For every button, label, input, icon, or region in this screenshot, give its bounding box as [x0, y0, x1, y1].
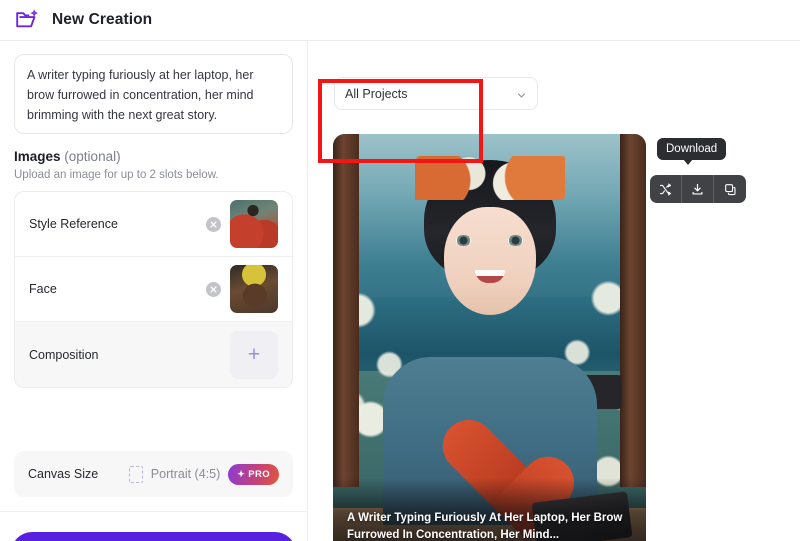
- tooltip-text: Download: [666, 143, 718, 155]
- download-icon: [691, 183, 704, 196]
- close-circle-icon[interactable]: [206, 216, 221, 232]
- app-header: New Creation: [0, 0, 800, 41]
- project-filter-value: All Projects: [345, 86, 408, 101]
- images-label-text: Images: [14, 149, 61, 164]
- generated-image-card[interactable]: A Writer Typing Furiously At Her Laptop,…: [333, 134, 646, 541]
- close-circle-icon[interactable]: [206, 281, 221, 297]
- images-section-subtitle: Upload an image for up to 2 slots below.: [14, 169, 219, 181]
- slot-label: Face: [29, 282, 57, 296]
- generate-button[interactable]: Generate: [11, 532, 296, 541]
- image-slots-list: Style Reference Face Composition +: [14, 191, 293, 388]
- image-caption-overlay: A Writer Typing Furiously At Her Laptop,…: [333, 478, 646, 541]
- slot-thumbnail[interactable]: [230, 200, 278, 248]
- slot-composition[interactable]: Composition +: [15, 322, 292, 387]
- app-root: New Creation A writer typing furiously a…: [0, 0, 800, 541]
- sparkle-icon: ✦: [237, 468, 246, 479]
- projects-panel: All Projects A Writer Typing Furiously A…: [309, 41, 800, 541]
- pro-badge-label: PRO: [248, 468, 270, 480]
- slot-face[interactable]: Face: [15, 257, 292, 322]
- canvas-size-value: Portrait (4:5): [150, 467, 221, 481]
- page-title: New Creation: [52, 11, 153, 28]
- images-optional-text: (optional): [64, 149, 121, 164]
- image-action-toolbar: [650, 175, 746, 203]
- aspect-ratio-icon: [128, 465, 143, 483]
- prompt-text: A writer typing furiously at her laptop,…: [27, 68, 254, 122]
- folder-sparkle-icon: [14, 7, 40, 33]
- art-window-post-right: [620, 134, 646, 487]
- shuffle-icon: [659, 183, 672, 196]
- art-eye-left: [455, 235, 471, 247]
- form-action-bar: Generate: [0, 511, 307, 541]
- art-window-post-left: [333, 134, 359, 487]
- shuffle-button[interactable]: [650, 175, 682, 203]
- plus-icon[interactable]: +: [230, 330, 278, 379]
- copy-button[interactable]: [714, 175, 746, 203]
- prompt-input[interactable]: A writer typing furiously at her laptop,…: [14, 54, 293, 134]
- art-face: [443, 207, 536, 316]
- form-scroll-area[interactable]: A writer typing furiously at her laptop,…: [0, 41, 307, 497]
- slot-label: Composition: [29, 347, 99, 362]
- copy-icon: [724, 183, 737, 196]
- slot-label: Style Reference: [29, 217, 118, 231]
- slot-style-reference[interactable]: Style Reference: [15, 192, 292, 257]
- art-flower-crown: [414, 155, 565, 200]
- slot-thumbnail[interactable]: [230, 265, 278, 313]
- download-tooltip: Download: [657, 138, 727, 165]
- pro-badge[interactable]: ✦ PRO: [228, 463, 279, 485]
- canvas-size-label: Canvas Size: [28, 467, 99, 481]
- creation-form-panel: A writer typing furiously at her laptop,…: [0, 41, 308, 541]
- chevron-down-icon: [516, 88, 527, 99]
- project-filter-select[interactable]: All Projects: [334, 77, 538, 110]
- image-caption-text: A Writer Typing Furiously At Her Laptop,…: [347, 512, 623, 541]
- download-button[interactable]: [682, 175, 714, 203]
- canvas-size-row[interactable]: Canvas Size Portrait (4:5) ✦ PRO: [14, 451, 293, 497]
- images-section-label: Images (optional): [14, 149, 121, 164]
